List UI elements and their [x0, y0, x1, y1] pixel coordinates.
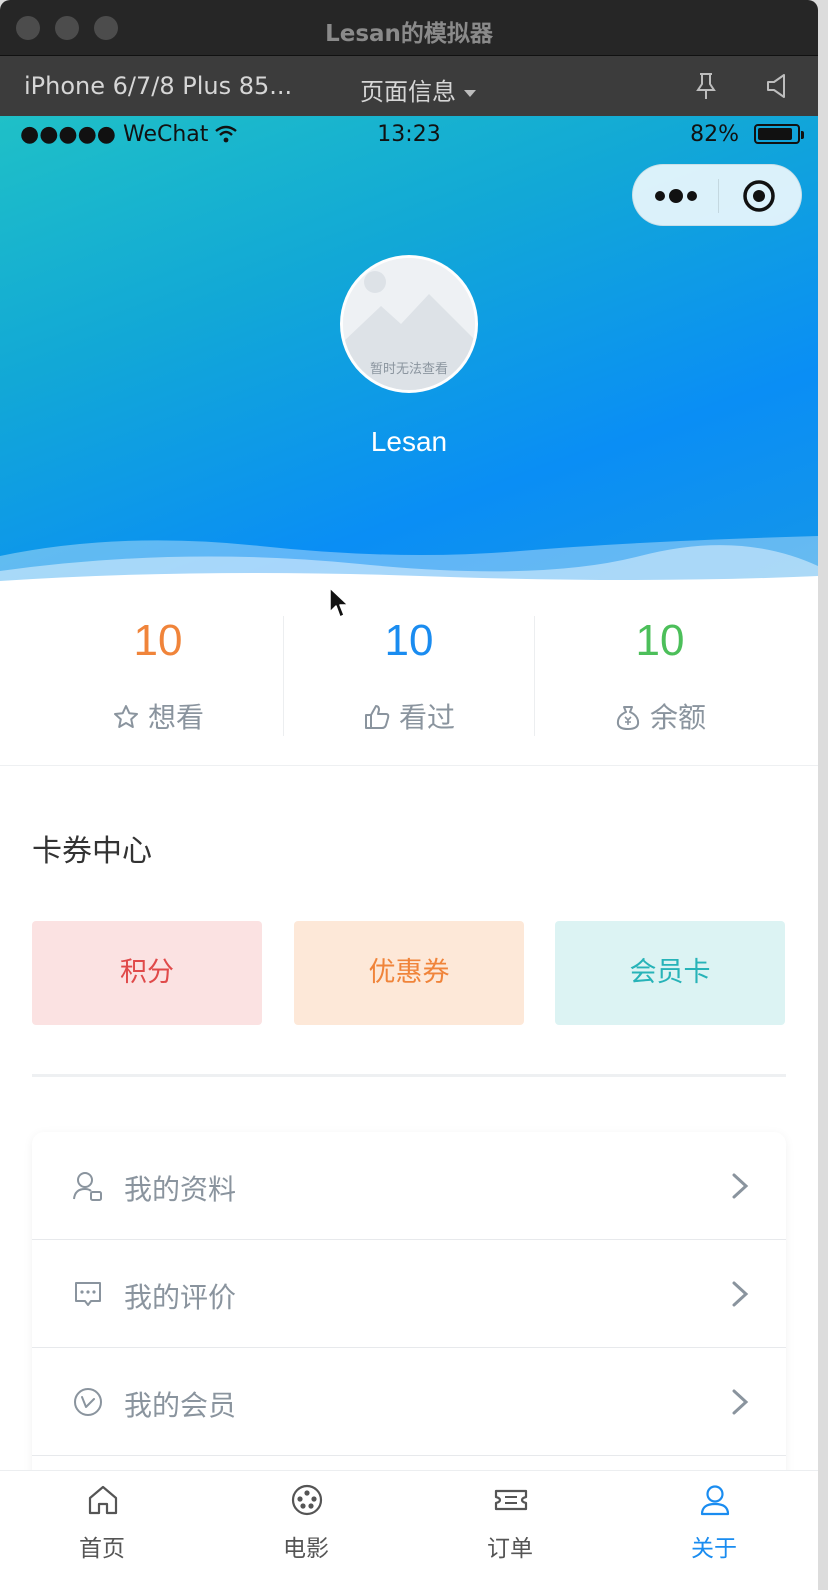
ticket-icon: [494, 1489, 528, 1511]
menu-item-my-membership[interactable]: 我的会员: [32, 1348, 786, 1456]
home-icon: [88, 1485, 118, 1515]
member-icon: [74, 1388, 102, 1416]
tab-about[interactable]: 关于: [612, 1471, 816, 1590]
page-info-label: 页面信息: [360, 78, 456, 106]
wave-decoration: [0, 536, 818, 586]
profile-icon: [73, 1172, 102, 1201]
thumbs-up-icon: [364, 705, 390, 729]
tab-label: 首页: [79, 1536, 125, 1562]
profile-header: ●●●●● WeChat 13:23 82% 暂时无法查看 Lesan: [0, 116, 818, 586]
stats-bar: 10 想看 10 看过 10 余额: [0, 586, 818, 766]
caret-down-icon: [464, 89, 476, 97]
menu-label: 我的评价: [124, 1281, 237, 1314]
simulator-window: Lesan的模拟器 iPhone 6/7/8 Plus 85... 页面信息 ●…: [0, 0, 818, 1590]
phone-screen: ●●●●● WeChat 13:23 82% 暂时无法查看 Lesan 10 想…: [0, 116, 818, 1590]
member-card-button[interactable]: 会员卡: [555, 921, 785, 1025]
device-selector[interactable]: iPhone 6/7/8 Plus 85...: [24, 72, 292, 100]
page-info-dropdown[interactable]: 页面信息: [360, 72, 476, 107]
avatar-placeholder-text: 暂时无法查看: [369, 362, 448, 377]
exit-target-icon[interactable]: [741, 178, 777, 214]
tab-movies[interactable]: 电影: [204, 1471, 408, 1590]
section-divider: [32, 1074, 786, 1077]
menu-item-my-reviews[interactable]: 我的评价: [32, 1240, 786, 1348]
star-icon: [113, 705, 138, 728]
comment-icon: [75, 1282, 101, 1306]
more-icon[interactable]: [653, 181, 699, 211]
stat-label: 看过: [398, 701, 455, 734]
card-center-title: 卡券中心: [32, 834, 152, 869]
tab-label: 关于: [691, 1536, 737, 1562]
stat-balance[interactable]: 10 余额: [535, 586, 785, 766]
window-title: Lesan的模拟器: [325, 21, 493, 47]
username: Lesan: [370, 426, 448, 457]
money-bag-icon: [616, 706, 640, 730]
stat-value: 10: [635, 616, 685, 665]
speaker-icon[interactable]: [764, 72, 792, 100]
pin-icon[interactable]: [692, 71, 720, 101]
status-battery: 82%: [690, 122, 804, 147]
battery-icon: [754, 124, 804, 144]
stat-want-to-watch[interactable]: 10 想看: [33, 586, 283, 766]
menu-label: 我的会员: [124, 1389, 237, 1422]
menu-item-my-profile[interactable]: 我的资料: [32, 1132, 786, 1240]
tab-label: 订单: [487, 1536, 533, 1562]
chevron-right-icon: [732, 1389, 749, 1415]
device-toolbar: iPhone 6/7/8 Plus 85... 页面信息: [0, 56, 818, 116]
tab-home[interactable]: 首页: [0, 1471, 204, 1590]
user-icon: [700, 1485, 730, 1516]
stat-value: 10: [133, 616, 183, 665]
stat-watched[interactable]: 10 看过: [284, 586, 534, 766]
stat-value: 10: [384, 616, 434, 665]
chevron-right-icon: [732, 1281, 749, 1307]
menu-label: 我的资料: [124, 1173, 237, 1206]
tab-bar: 首页 电影 订单 关于: [0, 1470, 818, 1590]
film-reel-icon: [291, 1484, 323, 1516]
points-button[interactable]: 积分: [32, 921, 262, 1025]
stat-label: 想看: [147, 701, 204, 734]
chevron-right-icon: [732, 1173, 749, 1199]
miniprogram-capsule: [632, 164, 802, 226]
title-bar: Lesan的模拟器: [0, 0, 818, 56]
mouse-cursor-icon: [329, 587, 349, 618]
tab-orders[interactable]: 订单: [408, 1471, 612, 1590]
avatar[interactable]: 暂时无法查看: [340, 255, 478, 393]
stat-label: 余额: [649, 701, 706, 734]
coupons-button[interactable]: 优惠券: [294, 921, 524, 1025]
tab-label: 电影: [283, 1536, 329, 1562]
battery-percent: 82%: [690, 122, 739, 147]
